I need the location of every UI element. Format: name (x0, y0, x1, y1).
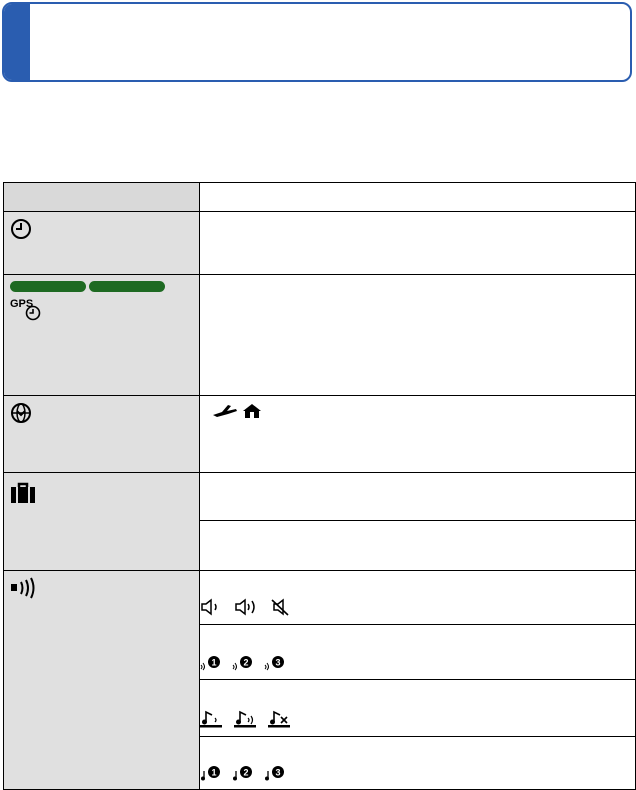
shutter-tone-1-icon: 1 (200, 765, 222, 781)
settings-cell-shutter-volume (199, 679, 636, 737)
item-cell-travel-date (3, 472, 200, 571)
home-icon (242, 403, 262, 419)
shutter-volume-low-icon (200, 710, 224, 728)
speaker-mute-icon (270, 598, 292, 616)
beep-tone-3-icon: 3 (264, 655, 286, 671)
table-row (3, 570, 636, 790)
header-item-cell (3, 182, 200, 212)
svg-text:3: 3 (275, 768, 280, 778)
shutter-volume-high-icon (234, 710, 258, 728)
speaker-beep-icon (10, 577, 40, 599)
settings-table: GPS 1 2 3 1 2 3 (3, 182, 636, 790)
table-row (3, 211, 636, 275)
model-badge (89, 281, 165, 292)
beep-tone-1-icon: 1 (200, 655, 222, 671)
header-accent-tab (4, 4, 30, 80)
shutter-volume-mute-icon (268, 710, 292, 728)
model-badges (10, 281, 193, 294)
settings-cell-gps-clock (199, 274, 636, 396)
section-header-box (2, 2, 632, 82)
settings-cell-shutter-tone: 1 2 3 (199, 736, 636, 790)
suitcase-icon (10, 482, 36, 504)
settings-cell-travel-setup (199, 472, 636, 521)
model-badge (10, 281, 86, 292)
item-cell-gps-clock: GPS (3, 274, 200, 396)
speaker-low-icon (200, 598, 224, 616)
settings-cell-world-time (199, 395, 636, 473)
table-header-row (3, 182, 636, 212)
item-cell-beep (3, 570, 200, 790)
settings-cell-clock (199, 211, 636, 275)
item-cell-world-time (3, 395, 200, 473)
svg-text:3: 3 (275, 658, 280, 668)
header-settings-cell (199, 182, 636, 212)
table-row (3, 395, 636, 473)
svg-text:1: 1 (211, 658, 216, 668)
speaker-high-icon (234, 598, 260, 616)
table-row (3, 472, 636, 571)
settings-cell-beep-level (199, 570, 636, 625)
settings-cell-beep-tone: 1 2 3 (199, 624, 636, 680)
item-cell-clock (3, 211, 200, 275)
beep-tone-2-icon: 2 (232, 655, 254, 671)
svg-text:1: 1 (211, 768, 216, 778)
settings-cell-travel-location (199, 520, 636, 571)
clock-icon (10, 218, 32, 240)
gps-clock-icon: GPS (10, 297, 44, 321)
shutter-tone-3-icon: 3 (264, 765, 286, 781)
world-time-icon (10, 402, 32, 424)
table-row: GPS (3, 274, 636, 396)
shutter-tone-2-icon: 2 (232, 765, 254, 781)
airplane-icon (212, 403, 238, 419)
svg-text:2: 2 (243, 658, 248, 668)
svg-text:2: 2 (243, 768, 248, 778)
